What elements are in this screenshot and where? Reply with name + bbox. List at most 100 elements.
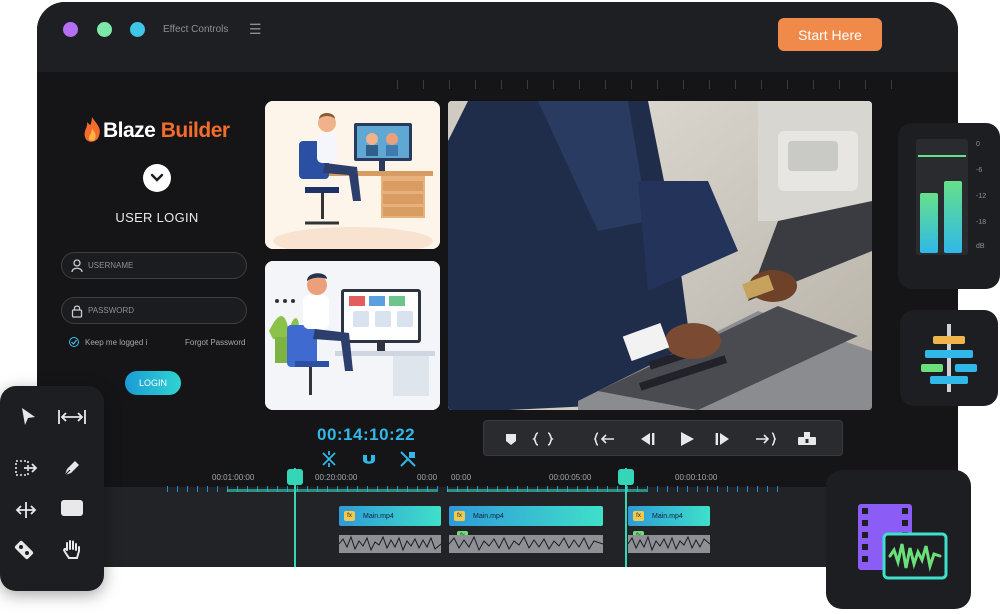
time-label: 00:20:00:00 [315, 473, 358, 482]
video-preview[interactable] [448, 101, 872, 410]
step-back-icon[interactable] [636, 429, 658, 449]
editor-window: Effect Controls ☰ Start Here Blaze Build… [37, 2, 958, 567]
brand-logo: Blaze Builder [81, 114, 241, 148]
db-label: 0 [976, 141, 980, 148]
ruler-tick [737, 486, 738, 492]
magnet-icon[interactable] [359, 449, 379, 469]
title-bar: Effect Controls ☰ Start Here [37, 2, 958, 89]
ruler-tick [657, 486, 658, 492]
select-arrow-icon[interactable] [12, 403, 44, 431]
thumbnail-video-call[interactable] [265, 101, 440, 249]
razor-icon[interactable] [8, 536, 40, 564]
window-dot-purple[interactable] [63, 22, 78, 37]
meter-bar-left [920, 193, 938, 253]
ruler-tick [709, 80, 710, 89]
pen-icon[interactable] [56, 454, 88, 482]
ruler-tick [717, 486, 718, 492]
time-label: 00:00 [451, 473, 472, 482]
marker-icon[interactable] [500, 429, 522, 449]
go-to-in-icon[interactable] [594, 429, 616, 449]
move-icon[interactable] [10, 496, 42, 524]
clip-label: Main.mp4 [363, 512, 394, 520]
play-icon[interactable] [676, 429, 698, 449]
password-field[interactable]: PASSWORD [61, 297, 247, 324]
audio-waveform[interactable] [339, 535, 441, 553]
username-placeholder: USERNAME [88, 261, 134, 270]
snip-icon[interactable] [319, 449, 339, 469]
hamburger-icon[interactable]: ☰ [249, 21, 262, 38]
hand-icon[interactable] [56, 536, 88, 564]
audio-waveform[interactable] [449, 535, 603, 553]
ruler-tick [397, 80, 398, 89]
window-dot-cyan[interactable] [130, 22, 145, 37]
forgot-password-link[interactable]: Forgot Password [185, 338, 245, 347]
login-button[interactable]: LOGIN [125, 371, 181, 395]
ruler-tick [579, 80, 580, 89]
in-out-range [227, 489, 437, 492]
split-icon[interactable] [398, 449, 418, 469]
lock-icon [71, 305, 83, 318]
step-forward-icon[interactable] [712, 429, 734, 449]
password-placeholder: PASSWORD [88, 306, 135, 315]
user-icon [71, 259, 83, 273]
ruler-tick [777, 486, 778, 492]
start-here-button[interactable]: Start Here [778, 18, 882, 51]
flame-icon [84, 117, 100, 142]
in-out-range [447, 489, 647, 492]
ripple-edit-icon[interactable] [56, 403, 88, 431]
meter-bar-right [944, 181, 962, 253]
media-library-widget[interactable] [826, 470, 971, 609]
clip-label: Main.mp4 [652, 512, 683, 520]
transport-controls [483, 420, 843, 456]
brackets-icon[interactable] [532, 429, 554, 449]
fx-badge: fx [344, 511, 355, 521]
db-label: dB [976, 243, 985, 250]
ruler-tick [761, 80, 762, 89]
ruler-tick [217, 486, 218, 492]
slip-icon[interactable] [10, 454, 42, 482]
preview-image-laptop [448, 101, 872, 410]
ruler-tick [437, 486, 438, 492]
ruler-tick [735, 80, 736, 89]
audio-waveform[interactable] [628, 535, 710, 553]
effect-controls-tab[interactable]: Effect Controls [163, 24, 228, 35]
ruler-tick [605, 80, 606, 89]
top-ruler [397, 80, 897, 90]
username-field[interactable]: USERNAME [61, 252, 247, 279]
ruler-tick [747, 486, 748, 492]
ruler-tick [449, 80, 450, 89]
ruler-tick [207, 486, 208, 492]
rectangle-icon[interactable] [56, 494, 88, 522]
align-center-widget[interactable] [900, 310, 998, 406]
ruler-tick [177, 486, 178, 492]
go-to-out-icon[interactable] [754, 429, 776, 449]
ruler-tick [677, 486, 678, 492]
ruler-tick [767, 486, 768, 492]
video-audio-icon [858, 504, 948, 580]
ruler-tick [167, 486, 168, 492]
ruler-tick [647, 486, 648, 492]
playhead-line[interactable] [625, 468, 627, 567]
logo-word-1: Blaze [103, 119, 156, 142]
chevron-down-icon[interactable] [143, 164, 171, 192]
login-title: USER LOGIN [115, 210, 199, 225]
clip-label: Main.mp4 [473, 512, 504, 520]
ruler-tick [475, 80, 476, 89]
ruler-tick [697, 486, 698, 492]
fx-badge: fx [633, 511, 644, 521]
ruler-tick [839, 80, 840, 89]
export-frame-icon[interactable] [796, 429, 818, 449]
window-dot-green[interactable] [97, 22, 112, 37]
ruler-tick [687, 486, 688, 492]
thumbnail-workstation[interactable] [265, 261, 440, 410]
illustration-workstation [265, 261, 440, 410]
video-clip[interactable]: fx Main.mp4 [339, 506, 441, 526]
remember-me-checkbox[interactable]: Keep me logged i [69, 337, 147, 347]
ruler-tick [423, 80, 424, 89]
video-clip[interactable]: fx Main.mp4 [628, 506, 710, 526]
playhead-line[interactable] [294, 468, 296, 567]
db-label: -6 [976, 167, 983, 174]
time-label: 00:00 [417, 473, 438, 482]
video-clip[interactable]: fx Main.mp4 [449, 506, 603, 526]
logo-word-2: Builder [160, 119, 230, 142]
